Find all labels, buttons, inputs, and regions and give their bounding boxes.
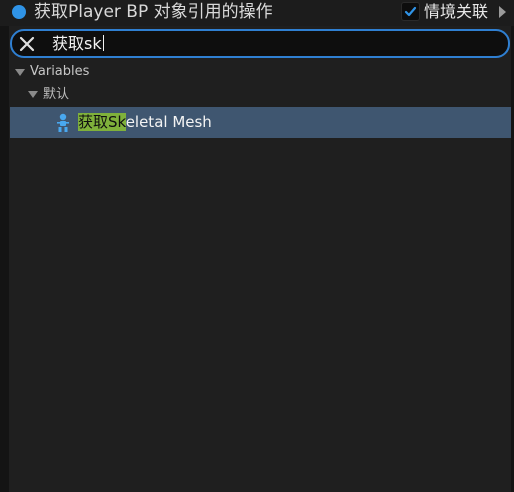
category-label: Variables xyxy=(30,64,90,79)
left-edge xyxy=(0,0,9,492)
expand-arrow-icon[interactable] xyxy=(499,6,506,18)
subcategory-label: 默认 xyxy=(43,87,70,102)
blueprint-dot-icon xyxy=(12,5,26,19)
skeletal-mesh-variable-icon xyxy=(57,113,69,132)
item-label: 获取Skeletal Mesh xyxy=(78,112,212,132)
item-label-rest: eletal Mesh xyxy=(125,113,212,131)
text-caret xyxy=(102,35,104,51)
search-input[interactable]: 获取sk xyxy=(52,33,104,55)
header-bar: 获取Player BP 对象引用的操作 情境关联 xyxy=(0,0,514,26)
collapse-triangle-icon[interactable] xyxy=(28,91,38,98)
collapse-triangle-icon[interactable] xyxy=(15,69,25,76)
clear-search-icon[interactable] xyxy=(18,35,36,53)
match-highlight: 获取Sk xyxy=(78,113,126,131)
context-sensitive-label[interactable]: 情境关联 xyxy=(424,1,488,23)
action-menu: 获取Player BP 对象引用的操作 情境关联 获取sk Variables … xyxy=(0,0,514,492)
menu-title: 获取Player BP 对象引用的操作 xyxy=(34,2,273,22)
list-item-get-skeletal-mesh[interactable]: 获取Skeletal Mesh xyxy=(10,107,511,138)
checkmark-icon xyxy=(404,6,417,17)
search-field[interactable]: 获取sk xyxy=(10,29,510,58)
context-sensitive-checkbox[interactable] xyxy=(401,2,420,21)
search-query: 获取sk xyxy=(52,34,102,53)
